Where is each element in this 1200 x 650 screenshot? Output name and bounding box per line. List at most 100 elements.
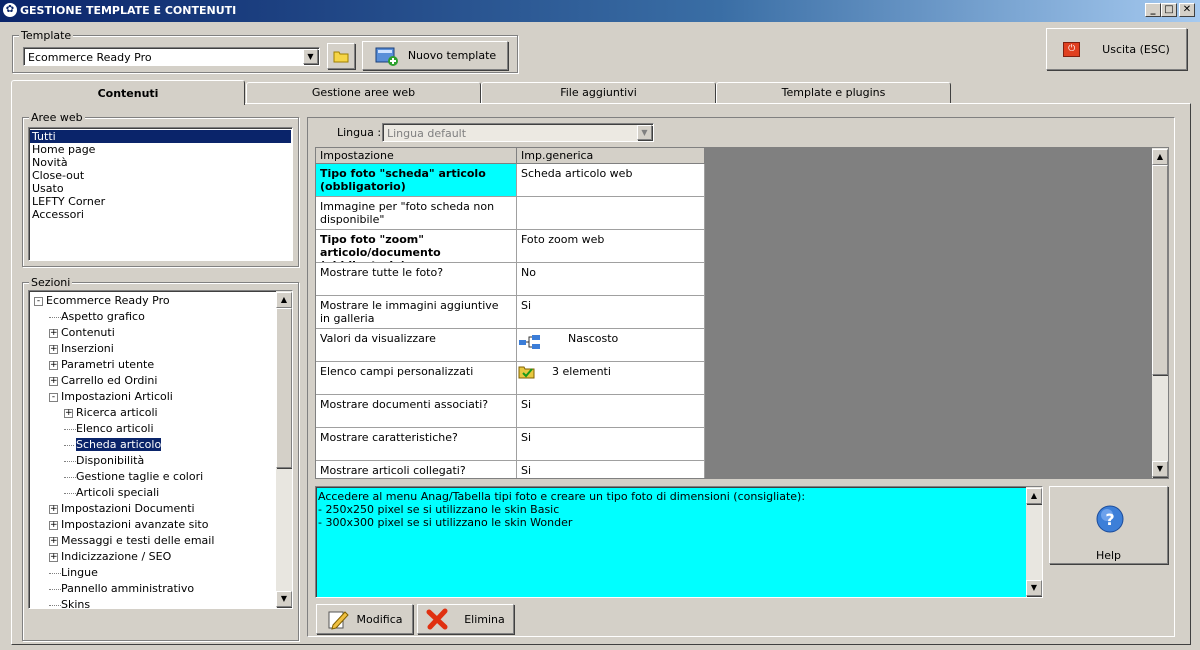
tree-node[interactable]: + Contenuti xyxy=(49,325,115,341)
tab-file-aggiuntivi[interactable]: File aggiuntivi xyxy=(481,82,716,103)
tree-node[interactable]: Scheda articolo xyxy=(64,437,163,453)
grid-setting-name[interactable]: Valori da visualizzare xyxy=(316,329,517,362)
description-box[interactable]: Accedere al menu Anag/Tabella tipi foto … xyxy=(315,486,1043,598)
expand-icon[interactable]: + xyxy=(49,360,58,370)
grid-scrollbar[interactable]: ▲ ▼ xyxy=(1152,148,1168,478)
tree-node[interactable]: Skins xyxy=(49,597,90,608)
exit-label: Uscita (ESC) xyxy=(1102,42,1170,56)
grid-setting-name[interactable]: Immagine per "foto scheda non disponibil… xyxy=(316,197,517,230)
tree-node-label: Scheda articolo xyxy=(74,437,163,452)
aree-web-item[interactable]: Novità xyxy=(30,156,291,169)
grid-setting-name[interactable]: Elenco campi personalizzati xyxy=(316,362,517,395)
grid-setting-name[interactable]: Mostrare documenti associati? xyxy=(316,395,517,428)
tree-node[interactable]: + Ricerca articoli xyxy=(64,405,158,421)
tree-node[interactable]: + Impostazioni avanzate sito xyxy=(49,517,208,533)
maximize-button[interactable]: □ xyxy=(1161,3,1177,17)
help-button[interactable]: ? Help xyxy=(1049,486,1168,564)
grid-setting-name[interactable]: Tipo foto "zoom" articolo/documento (obb… xyxy=(316,230,517,263)
folder-icon xyxy=(333,51,349,63)
tree-node[interactable]: Aspetto grafico xyxy=(49,309,145,325)
tree-node-label: Carrello ed Ordini xyxy=(61,374,158,387)
folder-check-icon xyxy=(518,366,535,379)
grid-setting-value[interactable]: Scheda articolo web xyxy=(517,164,705,197)
aree-web-item[interactable]: Home page xyxy=(30,143,291,156)
scroll-down-button[interactable]: ▼ xyxy=(1026,580,1042,596)
tree-connector xyxy=(49,572,61,574)
chevron-down-icon[interactable]: ▼ xyxy=(303,49,318,64)
tree-connector xyxy=(64,444,76,446)
scroll-down-button[interactable]: ▼ xyxy=(276,591,292,607)
tree-node-label: Indicizzazione / SEO xyxy=(61,550,172,563)
grid-setting-name[interactable]: Mostrare tutte le foto? xyxy=(316,263,517,296)
grid-setting-name[interactable]: Mostrare le immagini aggiuntive in galle… xyxy=(316,296,517,329)
close-window-button[interactable]: ✕ xyxy=(1179,3,1195,17)
grid-setting-value[interactable]: 3 elementi xyxy=(517,362,705,395)
aree-web-item[interactable]: Usato xyxy=(30,182,291,195)
grid-setting-value[interactable]: Nascosto xyxy=(517,329,705,362)
expand-icon[interactable]: + xyxy=(49,504,58,514)
collapse-icon[interactable]: - xyxy=(34,296,43,306)
tree-node[interactable]: + Inserzioni xyxy=(49,341,114,357)
expand-icon[interactable]: + xyxy=(49,520,58,530)
modifica-button[interactable]: Modifica xyxy=(316,604,413,634)
tree-node[interactable]: - Impostazioni Articoli xyxy=(49,389,173,405)
template-select[interactable]: Ecommerce Ready Pro ▼ xyxy=(23,47,320,66)
grid-setting-value[interactable]: No xyxy=(517,263,705,296)
tab-template-plugins[interactable]: Template e plugins xyxy=(716,82,951,103)
grid-setting-name[interactable]: Mostrare caratteristiche? xyxy=(316,428,517,461)
grid-setting-name[interactable]: Mostrare articoli collegati? xyxy=(316,461,517,478)
tree-scrollbar[interactable]: ▲ ▼ xyxy=(276,291,292,608)
tree-node[interactable]: + Indicizzazione / SEO xyxy=(49,549,171,565)
expand-icon[interactable]: + xyxy=(49,536,58,546)
tree-node[interactable]: Pannello amministrativo xyxy=(49,581,194,597)
tree-node[interactable]: Elenco articoli xyxy=(64,421,154,437)
scroll-down-button[interactable]: ▼ xyxy=(1152,461,1168,477)
minimize-button[interactable]: _ xyxy=(1145,3,1161,17)
grid-setting-value[interactable]: Si xyxy=(517,461,705,478)
exit-button[interactable]: ⏻ Uscita (ESC) xyxy=(1046,28,1187,70)
grid-setting-name[interactable]: Tipo foto "scheda" articolo (obbligatori… xyxy=(316,164,517,197)
description-scrollbar[interactable]: ▲ ▼ xyxy=(1026,487,1042,597)
tree-node[interactable]: + Carrello ed Ordini xyxy=(49,373,157,389)
tree-node[interactable]: Lingue xyxy=(49,565,98,581)
tree-node[interactable]: + Messaggi e testi delle email xyxy=(49,533,214,549)
scroll-thumb[interactable] xyxy=(1152,165,1168,375)
expand-icon[interactable]: + xyxy=(49,376,58,386)
elimina-button[interactable]: Elimina xyxy=(417,604,514,634)
grid-header[interactable]: Imp.generica xyxy=(517,148,705,164)
scroll-up-button[interactable]: ▲ xyxy=(1026,488,1042,504)
tree-node[interactable]: Disponibilità xyxy=(64,453,144,469)
expand-icon[interactable]: + xyxy=(49,328,58,338)
aree-web-item[interactable]: Tutti xyxy=(30,130,291,143)
aree-web-item[interactable]: LEFTY Corner xyxy=(30,195,291,208)
aree-web-item[interactable]: Accessori xyxy=(30,208,291,221)
tree-node[interactable]: + Parametri utente xyxy=(49,357,154,373)
grid-setting-value[interactable]: Si xyxy=(517,395,705,428)
aree-web-item[interactable]: Close-out xyxy=(30,169,291,182)
sezioni-tree[interactable]: - Ecommerce Ready Pro Aspetto grafico + Cont… xyxy=(28,290,293,609)
scroll-up-button[interactable]: ▲ xyxy=(276,292,292,308)
tree-node[interactable]: Articoli speciali xyxy=(64,485,159,501)
expand-icon[interactable]: + xyxy=(49,344,58,354)
tree-node[interactable]: Gestione taglie e colori xyxy=(64,469,203,485)
tab-gestione-aree-web[interactable]: Gestione aree web xyxy=(246,82,481,103)
tree-node-label: Aspetto grafico xyxy=(61,310,145,323)
expand-icon[interactable]: + xyxy=(49,552,58,562)
tab-contenuti[interactable]: Contenuti xyxy=(11,80,245,105)
collapse-icon[interactable]: - xyxy=(49,392,58,402)
aree-web-list[interactable]: Tutti Home page Novità Close-out Usato LEFTY … xyxy=(28,127,293,261)
grid-setting-value[interactable]: Si xyxy=(517,296,705,329)
scroll-thumb[interactable] xyxy=(276,308,292,468)
open-folder-button[interactable] xyxy=(327,43,355,69)
chevron-down-icon[interactable]: ▼ xyxy=(637,125,652,140)
grid-setting-value[interactable]: Foto zoom web xyxy=(517,230,705,263)
grid-header[interactable]: Impostazione xyxy=(316,148,517,164)
scroll-up-button[interactable]: ▲ xyxy=(1152,149,1168,165)
expand-icon[interactable]: + xyxy=(64,408,73,418)
grid-setting-value[interactable]: Si xyxy=(517,428,705,461)
tree-node[interactable]: + Impostazioni Documenti xyxy=(49,501,195,517)
new-template-button[interactable]: Nuovo template xyxy=(362,41,508,70)
tree-node[interactable]: - Ecommerce Ready Pro xyxy=(34,293,170,309)
grid-setting-value[interactable] xyxy=(517,197,705,230)
lingua-select[interactable]: Lingua default ▼ xyxy=(382,123,654,142)
